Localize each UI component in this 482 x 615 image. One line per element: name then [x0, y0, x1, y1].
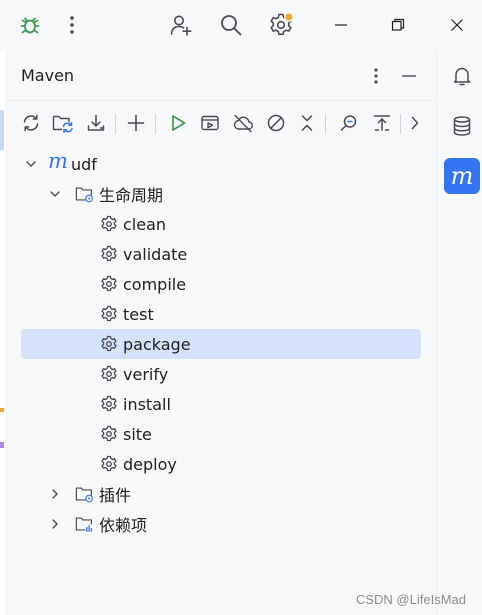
tree-node-plugins[interactable]: 插件 — [21, 479, 421, 509]
skip-tests-icon[interactable] — [262, 109, 290, 137]
show-deps-icon[interactable] — [368, 109, 396, 137]
add-icon[interactable] — [122, 109, 150, 137]
analyze-icon[interactable] — [335, 109, 363, 137]
toolbar-separator — [115, 114, 116, 134]
tree-node-label: 依赖项 — [99, 516, 148, 535]
offline-icon[interactable] — [229, 109, 257, 137]
run-icon[interactable] — [164, 109, 192, 137]
chevron-down-icon[interactable] — [47, 186, 63, 202]
lifecycle-phase-deploy[interactable]: deploy — [21, 449, 421, 479]
maven-toolbar — [5, 105, 436, 141]
lifecycle-phase-validate[interactable]: validate — [21, 239, 421, 269]
lifecycle-phase-test[interactable]: test — [21, 299, 421, 329]
minimize-icon[interactable] — [330, 14, 352, 36]
gear-icon — [99, 304, 119, 324]
hide-tool-window-icon[interactable] — [398, 65, 420, 87]
search-icon[interactable] — [218, 12, 244, 38]
tree-node-lifecycle[interactable]: 生命周期 — [21, 179, 421, 209]
restore-icon[interactable] — [387, 14, 409, 36]
gear-icon — [99, 214, 119, 234]
lifecycle-phase-install[interactable]: install — [21, 389, 421, 419]
gear-icon — [99, 334, 119, 354]
tool-window-title: Maven — [21, 66, 75, 85]
lifecycle-folder-icon — [75, 184, 95, 204]
phase-label: compile — [123, 274, 187, 294]
tree-node-label: 生命周期 — [99, 186, 164, 205]
toolbar-separator — [325, 114, 326, 134]
phase-label: site — [123, 424, 152, 444]
gear-icon — [99, 274, 119, 294]
watermark: CSDN @LifeIsMad — [355, 592, 466, 607]
phase-label: clean — [123, 214, 167, 234]
right-tool-stripe: m — [436, 50, 482, 615]
editor-edge-marker — [0, 442, 4, 448]
lifecycle-phase-verify[interactable]: verify — [21, 359, 421, 389]
maven-project-icon: m — [48, 149, 68, 173]
add-user-icon[interactable] — [168, 12, 194, 38]
close-icon[interactable] — [446, 14, 468, 36]
phase-label: validate — [123, 244, 188, 264]
tree-node-label: 插件 — [99, 486, 132, 505]
more-icon[interactable] — [403, 109, 427, 137]
tool-window-header: Maven — [5, 50, 436, 100]
options-menu-icon[interactable] — [366, 65, 386, 87]
tree-node-project[interactable]: m udf — [21, 149, 421, 179]
header-divider — [5, 100, 436, 101]
kebab-menu-icon[interactable] — [62, 13, 82, 37]
lifecycle-phase-package[interactable]: package — [21, 329, 421, 359]
plugins-folder-icon — [75, 484, 95, 504]
gear-icon — [99, 454, 119, 474]
chevron-down-icon[interactable] — [23, 156, 39, 172]
maven-glyph: m — [450, 162, 474, 190]
run-config-icon[interactable] — [196, 109, 224, 137]
collapse-icon[interactable] — [293, 109, 321, 137]
toolbar-separator — [400, 114, 401, 134]
reload-folder-icon[interactable] — [49, 109, 77, 137]
phase-label: deploy — [123, 454, 177, 474]
phase-label: install — [123, 394, 171, 414]
editor-edge-marker — [0, 408, 4, 412]
tree-node-dependencies[interactable]: 依赖项 — [21, 509, 421, 539]
bug-icon[interactable] — [18, 13, 42, 37]
editor-edge-highlight — [0, 110, 4, 150]
toolbar-separator — [155, 114, 156, 134]
download-icon[interactable] — [82, 109, 110, 137]
chevron-right-icon[interactable] — [47, 516, 63, 532]
gear-icon — [99, 244, 119, 264]
maven-tool-window: Maven m udf 生命周期 clean validate compile … — [5, 50, 436, 615]
phase-label: verify — [123, 364, 169, 384]
lifecycle-phase-compile[interactable]: compile — [21, 269, 421, 299]
database-icon[interactable] — [444, 108, 480, 144]
title-bar — [0, 0, 482, 50]
gear-icon — [99, 394, 119, 414]
tree-node-label: udf — [71, 154, 97, 174]
maven-icon[interactable]: m — [444, 158, 480, 194]
phase-label: package — [123, 334, 191, 354]
lifecycle-phase-clean[interactable]: clean — [21, 209, 421, 239]
reload-icon[interactable] — [17, 109, 45, 137]
gear-icon — [99, 364, 119, 384]
phase-label: test — [123, 304, 154, 324]
dependencies-folder-icon — [75, 514, 95, 534]
chevron-right-icon[interactable] — [47, 486, 63, 502]
settings-icon[interactable] — [267, 12, 295, 38]
gear-icon — [99, 424, 119, 444]
lifecycle-phase-site[interactable]: site — [21, 419, 421, 449]
notifications-icon[interactable] — [444, 58, 480, 94]
